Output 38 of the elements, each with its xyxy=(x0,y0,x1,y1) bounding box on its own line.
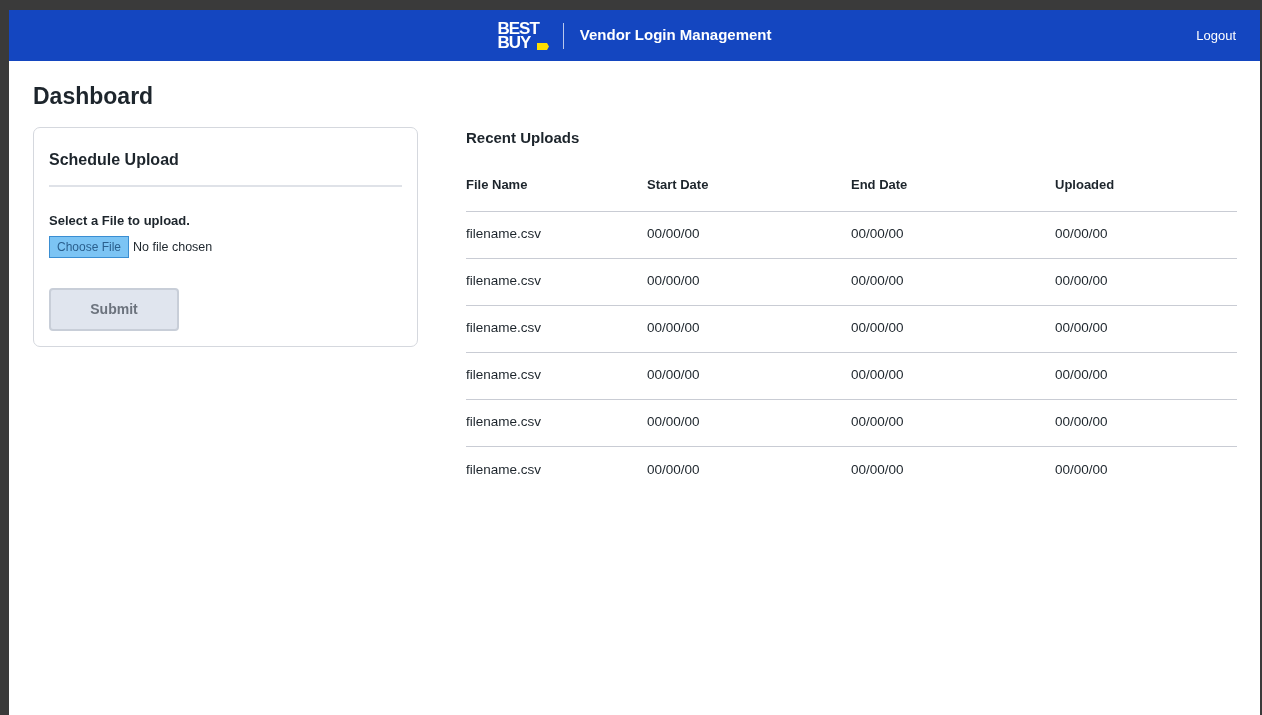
column-header: End Date xyxy=(851,175,1055,211)
table-cell: 00/00/00 xyxy=(647,258,851,305)
table-cell: 00/00/00 xyxy=(1055,305,1237,352)
table-cell: 00/00/00 xyxy=(647,305,851,352)
tag-icon xyxy=(536,42,549,50)
table-cell: 00/00/00 xyxy=(647,399,851,446)
app-title: Vendor Login Management xyxy=(579,25,772,46)
table-cell: filename.csv xyxy=(466,352,647,399)
table-cell: 00/00/00 xyxy=(1055,211,1237,258)
logout-link[interactable]: Logout xyxy=(1196,26,1236,46)
column-header: File Name xyxy=(466,175,647,211)
table-cell: 00/00/00 xyxy=(1055,258,1237,305)
section-title: Recent Uploads xyxy=(466,129,581,147)
table-cell: 00/00/00 xyxy=(851,258,1055,305)
table-cell: 00/00/00 xyxy=(851,211,1055,258)
table-cell: filename.csv xyxy=(466,446,647,493)
table-cell: 00/00/00 xyxy=(851,352,1055,399)
card-title: Schedule Upload xyxy=(49,127,402,187)
file-status: No file chosen xyxy=(133,238,213,256)
table-cell: 00/00/00 xyxy=(647,211,851,258)
table-cell: filename.csv xyxy=(466,211,647,258)
column-header: Uploaded xyxy=(1055,175,1237,211)
table-cell: 00/00/00 xyxy=(647,352,851,399)
table-cell: 00/00/00 xyxy=(1055,446,1237,493)
page-title: Dashboard xyxy=(33,83,155,111)
table-cell: 00/00/00 xyxy=(1055,352,1237,399)
table-cell: 00/00/00 xyxy=(647,446,851,493)
table-cell: filename.csv xyxy=(466,258,647,305)
logo: BEST BUY xyxy=(497,21,539,50)
table-cell: filename.csv xyxy=(466,305,647,352)
choose-file-button[interactable]: Choose File xyxy=(49,236,130,259)
table-cell: 00/00/00 xyxy=(851,305,1055,352)
column-header: Start Date xyxy=(647,175,851,211)
field-label: Select a File to upload. xyxy=(49,211,191,230)
table-cell: 00/00/00 xyxy=(1055,399,1237,446)
table-cell: filename.csv xyxy=(466,399,647,446)
table-cell: 00/00/00 xyxy=(851,399,1055,446)
table-cell: 00/00/00 xyxy=(851,446,1055,493)
